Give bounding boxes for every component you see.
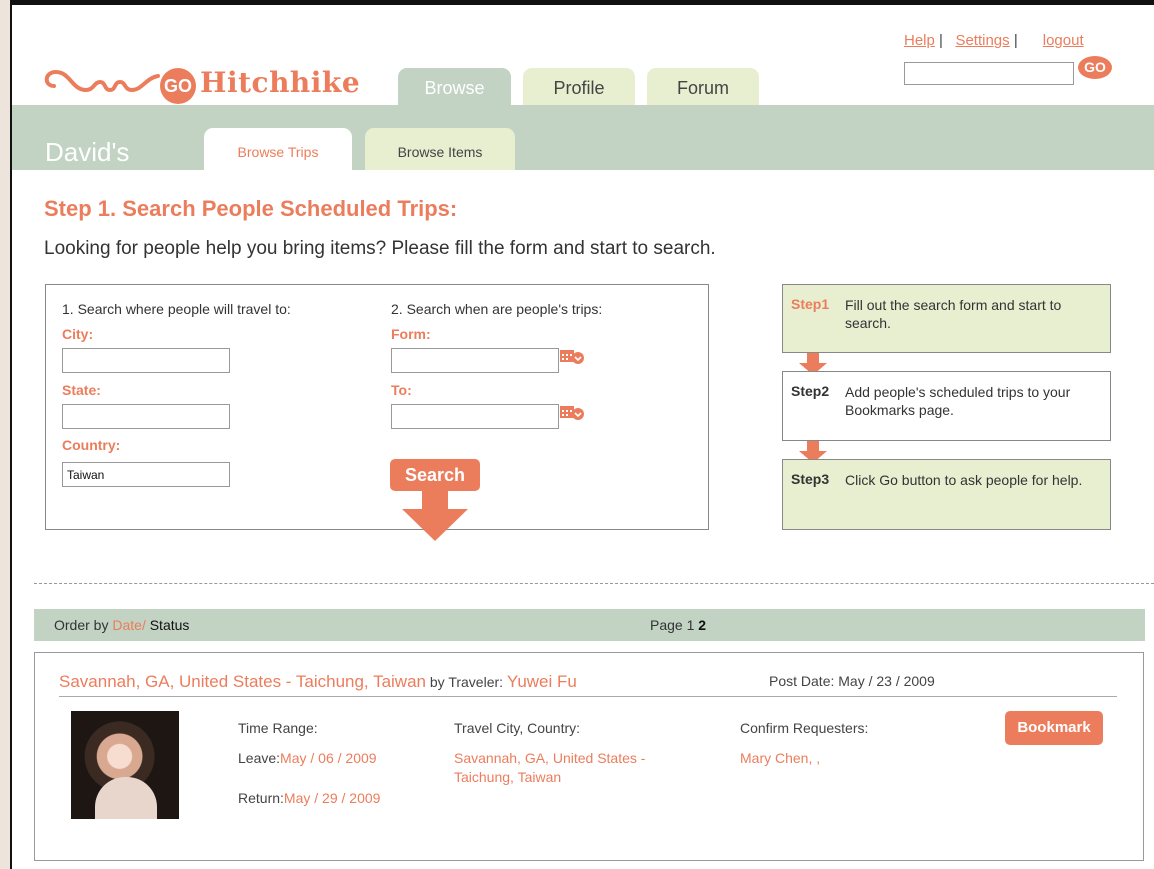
leave-date: May / 06 / 2009: [280, 750, 377, 766]
traveler-avatar[interactable]: [71, 711, 179, 819]
step1-tag: Step1: [791, 296, 830, 312]
header-search-input[interactable]: [904, 62, 1074, 85]
calendar-icon[interactable]: [559, 347, 585, 365]
page-title: Step 1. Search People Scheduled Trips:: [44, 196, 458, 221]
avatar-shirt: [95, 777, 157, 819]
state-field[interactable]: [62, 404, 230, 429]
to-date-field[interactable]: [391, 404, 559, 429]
order-by-date-link[interactable]: Date: [112, 617, 142, 633]
traveler-name-link[interactable]: Yuwei Fu: [507, 672, 577, 691]
return-date: May / 29 / 2009: [283, 790, 381, 806]
order-by: Order by Date/ Status: [54, 617, 189, 633]
search-button[interactable]: Search: [390, 459, 480, 491]
intro-text: Looking for people help you bring items?…: [44, 238, 716, 259]
top-links: Help | Settings | logout: [904, 32, 1084, 49]
step1-text: Fill out the search form and start to se…: [845, 297, 1062, 331]
step3-box: Step3 Click Go button to ask people for …: [782, 459, 1111, 530]
tab-browse-items[interactable]: Browse Items: [365, 128, 515, 170]
pagination: Page 1 2: [650, 617, 706, 633]
window-top-border: [0, 0, 1154, 5]
logo-go-badge: GO: [160, 68, 196, 104]
order-prefix: Order by: [54, 617, 113, 633]
bookmark-button[interactable]: Bookmark: [1005, 711, 1103, 745]
travel-city-line1: Savannah, GA, United States -: [454, 750, 646, 766]
logout-link[interactable]: logout: [1043, 32, 1084, 49]
go-button[interactable]: GO: [1078, 56, 1112, 79]
city-label: City:: [62, 326, 94, 342]
step3-tag: Step3: [791, 471, 830, 487]
return-label: Return:: [238, 790, 284, 806]
trip-result-card: Savannah, GA, United States - Taichung, …: [34, 652, 1144, 861]
squiggle-icon: [44, 69, 160, 93]
country-field[interactable]: [62, 462, 230, 487]
step2-text: Add people's scheduled trips to your Boo…: [845, 384, 1071, 418]
page-current[interactable]: 2: [698, 617, 706, 633]
step3-text: Click Go button to ask people for help.: [845, 472, 1083, 488]
window-left-margin: [0, 0, 10, 869]
link-separator: |: [1013, 32, 1018, 49]
order-by-status-link[interactable]: Status: [146, 617, 190, 633]
trip-title: Savannah, GA, United States - Taichung, …: [59, 672, 577, 692]
requesters-label: Confirm Requesters:: [740, 720, 869, 736]
logo-text: Hitchhike: [200, 66, 361, 99]
settings-link[interactable]: Settings: [955, 32, 1009, 49]
state-label: State:: [62, 382, 101, 398]
country-label: Country:: [62, 437, 121, 453]
divider: [34, 583, 1154, 584]
leave-row: Leave:May / 06 / 2009: [238, 750, 377, 766]
requesters-value: Mary Chen, ,: [740, 750, 821, 766]
time-range-label: Time Range:: [238, 720, 318, 736]
step1-box: Step1 Fill out the search form and start…: [782, 284, 1111, 353]
step2-tag: Step2: [791, 383, 830, 399]
tab-profile[interactable]: Profile: [523, 68, 635, 105]
tab-browse[interactable]: Browse: [398, 68, 511, 105]
step2-box: Step2 Add people's scheduled trips to yo…: [782, 371, 1111, 441]
city-field[interactable]: [62, 348, 230, 373]
user-name-label: David's: [45, 137, 130, 167]
results-toolbar: Order by Date/ Status Page 1 2: [34, 609, 1145, 641]
from-label: Form:: [391, 326, 431, 342]
tab-browse-trips[interactable]: Browse Trips: [204, 128, 352, 170]
help-link[interactable]: Help: [904, 32, 935, 49]
page-link[interactable]: Page 1: [650, 617, 698, 633]
trip-route-link[interactable]: Savannah, GA, United States - Taichung, …: [59, 672, 426, 691]
section2-label: 2. Search when are people's trips:: [391, 301, 603, 317]
subheader-band: [12, 105, 1154, 170]
calendar-icon[interactable]: [559, 403, 585, 421]
tab-forum[interactable]: Forum: [647, 68, 759, 105]
arrow-down-icon: [402, 491, 468, 541]
to-label: To:: [391, 382, 412, 398]
travel-city-line2: Taichung, Taiwan: [454, 769, 562, 785]
return-row: Return:May / 29 / 2009: [238, 790, 380, 806]
post-date: Post Date: May / 23 / 2009: [769, 673, 935, 689]
by-traveler-label: by Traveler:: [426, 674, 507, 690]
divider: [59, 696, 1117, 697]
from-date-field[interactable]: [391, 348, 559, 373]
section1-label: 1. Search where people will travel to:: [62, 301, 291, 317]
link-separator: |: [939, 32, 943, 49]
leave-label: Leave:: [238, 750, 281, 766]
travel-city-label: Travel City, Country:: [454, 720, 581, 736]
